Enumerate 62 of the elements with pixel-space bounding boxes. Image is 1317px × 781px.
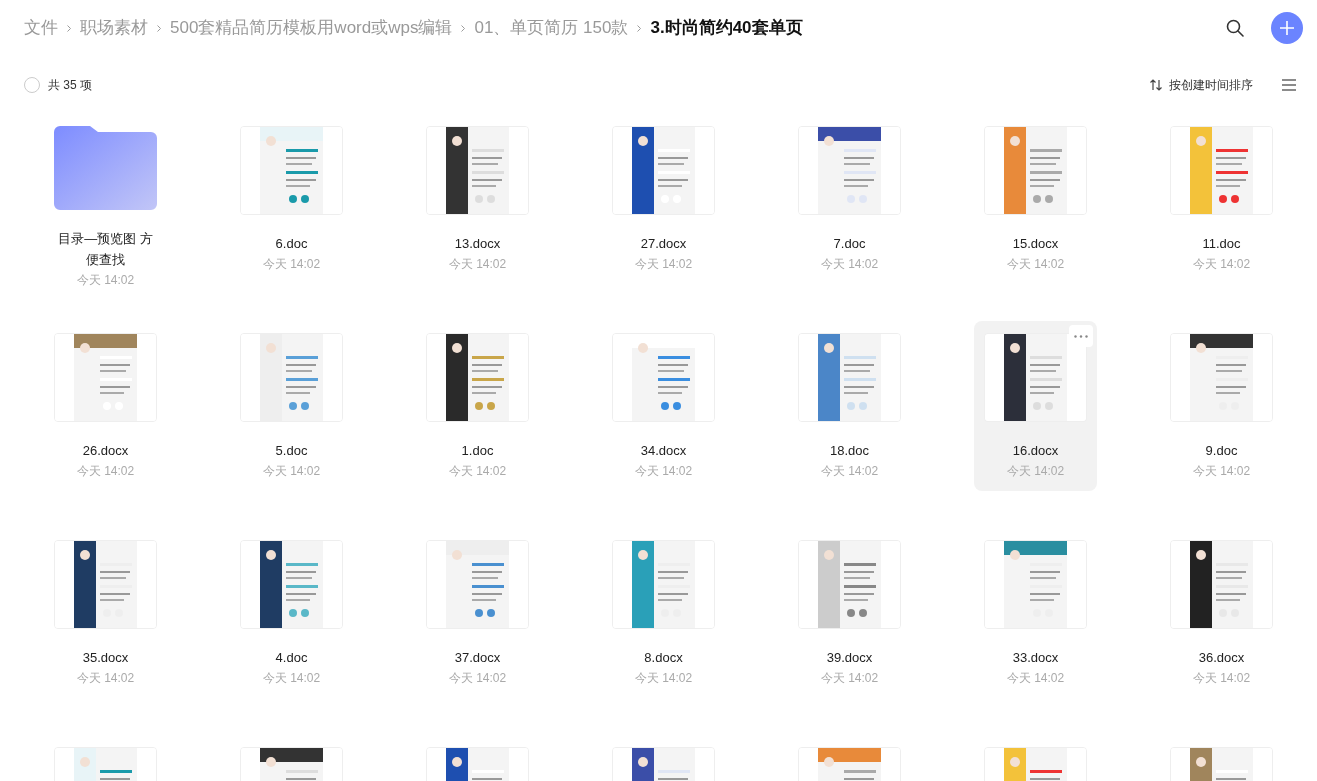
add-button[interactable] (1271, 12, 1303, 44)
modified-time: 今天 14:02 (262, 670, 321, 687)
item-count: 共 35 项 (48, 77, 93, 94)
file-name: 13.docx (453, 235, 502, 253)
file-name: 7.doc (832, 235, 867, 253)
file-name: 1.doc (460, 442, 495, 460)
file-name: 16.docx (1011, 442, 1060, 460)
file-name: 18.doc (828, 442, 870, 460)
modified-time: 今天 14:02 (448, 256, 507, 273)
modified-time: 今天 14:02 (820, 463, 879, 480)
file-name: 9.doc (1204, 442, 1239, 460)
plus-icon (1279, 20, 1295, 36)
modified-time: 今天 14:02 (448, 670, 507, 687)
more-icon (1074, 334, 1088, 338)
modified-time: 今天 14:02 (262, 256, 321, 273)
modified-time: 今天 14:02 (1192, 670, 1251, 687)
menu-icon[interactable] (1281, 79, 1297, 91)
chevron-icon (636, 23, 643, 33)
file-name: 8.docx (643, 649, 684, 667)
file-name: 27.docx (639, 235, 688, 253)
file-name: 4.doc (274, 649, 309, 667)
current-folder-title: 3.时尚简约40套单页 (650, 17, 803, 40)
modified-time: 今天 14:02 (76, 463, 135, 480)
chevron-icon (460, 23, 467, 33)
breadcrumb-link[interactable]: 500套精品简历模板用word或wps编辑 (170, 15, 453, 41)
modified-time: 今天 14:02 (76, 670, 135, 687)
breadcrumb-link[interactable]: 职场素材 (80, 15, 148, 41)
breadcrumb-link[interactable]: 文件 (24, 15, 58, 41)
sort-icon[interactable] (1149, 78, 1163, 92)
modified-time: 今天 14:02 (634, 463, 693, 480)
file-name: 5.doc (274, 442, 309, 460)
breadcrumb-link[interactable]: 01、单页简历 150款 (474, 15, 629, 41)
sort-button[interactable]: 按创建时间排序 (1169, 76, 1253, 94)
file-name: 35.docx (81, 649, 130, 667)
chevron-icon (66, 23, 72, 33)
modified-time: 今天 14:02 (1006, 670, 1065, 687)
file-name: 15.docx (1011, 235, 1060, 253)
file-name: 39.docx (825, 649, 874, 667)
modified-time: 今天 14:02 (634, 670, 693, 687)
modified-time: 今天 14:02 (820, 670, 879, 687)
modified-time: 今天 14:02 (820, 256, 879, 273)
modified-time: 今天 14:02 (76, 272, 135, 289)
file-name: 37.docx (453, 649, 502, 667)
modified-time: 今天 14:02 (1006, 256, 1065, 273)
file-name: 11.doc (1201, 235, 1242, 253)
file-name: 33.docx (1011, 649, 1060, 667)
file-card[interactable]: 16.docx 今天 14:02 (974, 321, 1097, 491)
modified-time: 今天 14:02 (1006, 463, 1065, 480)
chevron-icon (156, 23, 162, 33)
file-name: 36.docx (1197, 649, 1246, 667)
folder-icon[interactable] (54, 126, 157, 210)
modified-time: 今天 14:02 (448, 463, 507, 480)
modified-time: 今天 14:02 (262, 463, 321, 480)
file-name: 目录—预览图 方便查找 (57, 230, 154, 269)
search-icon[interactable] (1225, 18, 1245, 38)
file-name: 26.docx (81, 442, 130, 460)
file-name: 34.docx (639, 442, 688, 460)
modified-time: 今天 14:02 (634, 256, 693, 273)
file-name: 6.doc (274, 235, 309, 253)
more-button[interactable] (1069, 325, 1093, 347)
modified-time: 今天 14:02 (1192, 463, 1251, 480)
modified-time: 今天 14:02 (1192, 256, 1251, 273)
